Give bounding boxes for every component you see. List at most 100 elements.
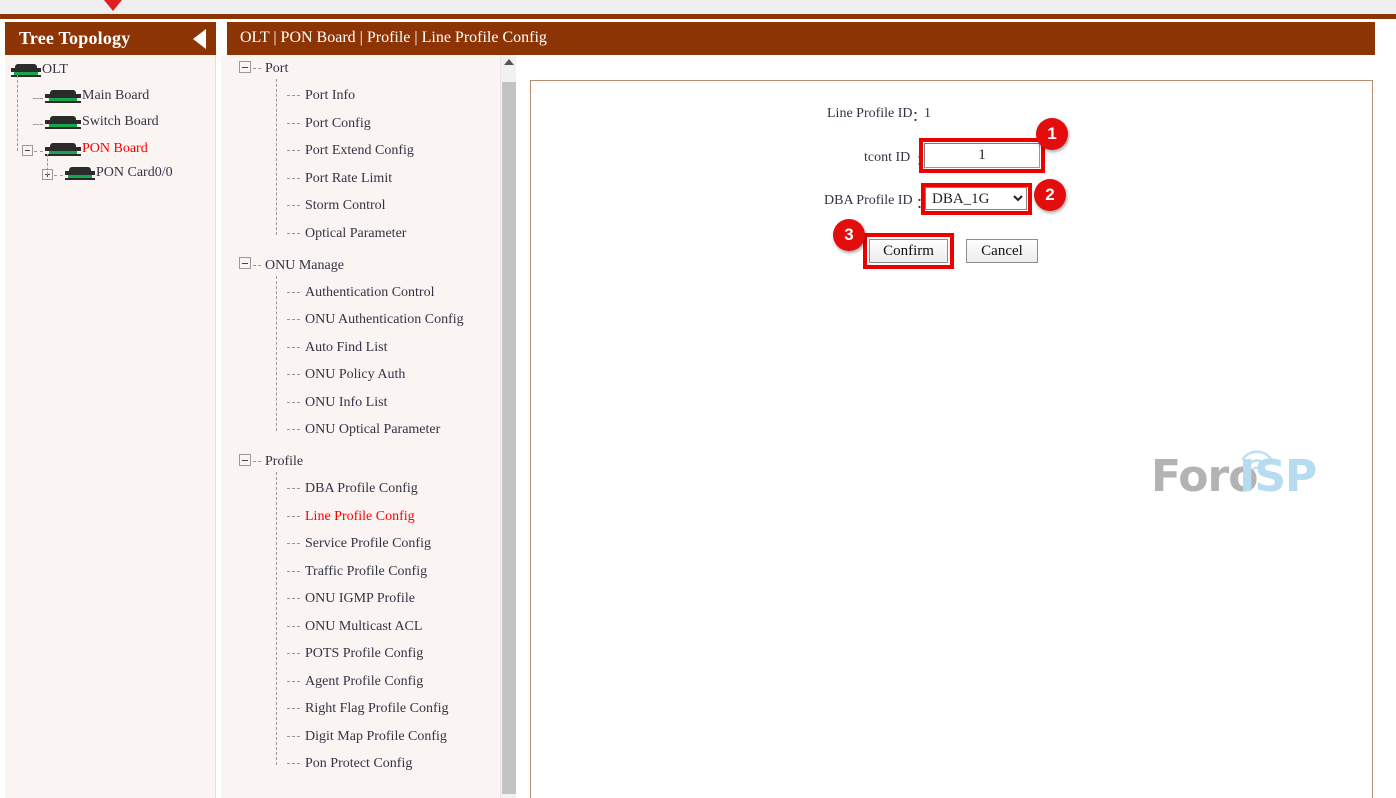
collapse-left-arrow-icon[interactable] xyxy=(193,29,206,49)
menu-item-label: Service Profile Config xyxy=(305,536,431,551)
menu-connector xyxy=(287,736,300,737)
collapse-minus-icon[interactable] xyxy=(22,145,33,156)
tree-node-label: OLT xyxy=(42,62,68,77)
tree-node-label: PON Card0/0 xyxy=(96,165,173,180)
menu-item-label: Digit Map Profile Config xyxy=(305,729,447,744)
menu-connector xyxy=(287,681,300,682)
menu-connector xyxy=(253,68,261,69)
menu-trunk xyxy=(276,276,277,432)
menu-item-pots-profile-config[interactable]: POTS Profile Config xyxy=(287,646,423,662)
menu-connector xyxy=(287,374,300,375)
collapse-minus-icon[interactable] xyxy=(239,257,251,269)
menu-item-port-extend-config[interactable]: Port Extend Config xyxy=(287,143,414,159)
tree-topology-panel: Tree Topology OLTMain BoardSwitch BoardP… xyxy=(5,22,216,798)
menu-scrollbar[interactable] xyxy=(500,55,516,798)
menu-item-storm-control[interactable]: Storm Control xyxy=(287,198,386,214)
board-icon xyxy=(45,90,81,103)
menu-item-label: Port Info xyxy=(305,88,355,103)
tree-node[interactable]: Main Board xyxy=(45,88,149,108)
menu-item-label: ONU Policy Auth xyxy=(305,367,405,382)
menu-connector xyxy=(287,516,300,517)
tree-node[interactable]: PON Card0/0 xyxy=(65,165,173,185)
menu-group-onu-manage[interactable]: ONU Manage xyxy=(239,258,344,274)
menu-item-onu-igmp-profile[interactable]: ONU IGMP Profile xyxy=(287,591,415,607)
menu-item-label: ONU Multicast ACL xyxy=(305,619,422,634)
top-strip xyxy=(0,0,1396,14)
menu-item-authentication-control[interactable]: Authentication Control xyxy=(287,285,434,301)
menu-item-label: DBA Profile Config xyxy=(305,481,418,496)
scroll-up-arrow-icon[interactable] xyxy=(504,59,514,65)
tcont-id-label: tcont ID xyxy=(864,150,910,166)
menu-item-label: Storm Control xyxy=(305,198,386,213)
red-down-triangle-icon xyxy=(104,0,122,11)
menu-connector xyxy=(287,626,300,627)
menu-item-label: ONU IGMP Profile xyxy=(305,591,415,606)
collapse-minus-icon[interactable] xyxy=(239,454,251,466)
menu-item-optical-parameter[interactable]: Optical Parameter xyxy=(287,226,406,242)
menu-connector xyxy=(253,461,261,462)
menu-item-onu-info-list[interactable]: ONU Info List xyxy=(287,395,387,411)
menu-item-label: POTS Profile Config xyxy=(305,646,423,661)
watermark-isp-text: ISP xyxy=(1239,451,1316,502)
menu-item-label: ONU Authentication Config xyxy=(305,312,464,327)
step-badge-2: 2 xyxy=(1034,179,1066,211)
dba-profile-id-label: DBA Profile ID xyxy=(824,193,913,209)
tree-connector xyxy=(54,175,63,176)
tree-trunk xyxy=(17,75,18,151)
menu-item-digit-map-profile-config[interactable]: Digit Map Profile Config xyxy=(287,729,447,745)
menu-connector xyxy=(287,205,300,206)
menu-item-traffic-profile-config[interactable]: Traffic Profile Config xyxy=(287,564,427,580)
menu-group-port[interactable]: Port xyxy=(239,61,288,77)
menu-group-profile[interactable]: Profile xyxy=(239,454,303,470)
menu-item-port-config[interactable]: Port Config xyxy=(287,116,371,132)
breadcrumb: OLT | PON Board | Profile | Line Profile… xyxy=(240,29,547,47)
menu-item-service-profile-config[interactable]: Service Profile Config xyxy=(287,536,431,552)
menu-connector xyxy=(287,150,300,151)
menu-item-onu-multicast-acl[interactable]: ONU Multicast ACL xyxy=(287,619,422,635)
menu-item-label: Line Profile Config xyxy=(305,509,415,524)
menu-connector xyxy=(287,95,300,96)
menu-item-label: Traffic Profile Config xyxy=(305,564,427,579)
menu-connector xyxy=(287,763,300,764)
confirm-button[interactable]: Confirm xyxy=(869,239,948,263)
menu-connector xyxy=(287,598,300,599)
menu-item-onu-optical-parameter[interactable]: ONU Optical Parameter xyxy=(287,422,440,438)
menu-scrollbar-thumb[interactable] xyxy=(502,82,516,794)
menu-item-right-flag-profile-config[interactable]: Right Flag Profile Config xyxy=(287,701,449,717)
menu-item-label: ONU Optical Parameter xyxy=(305,422,440,437)
menu-item-label: Port Rate Limit xyxy=(305,171,392,186)
content-panel: Line Profile ID ： 1 tcont ID ： DBA Profi… xyxy=(530,80,1373,798)
tree-node[interactable]: OLT xyxy=(11,62,68,82)
collapse-minus-icon[interactable] xyxy=(239,61,251,73)
menu-item-line-profile-config[interactable]: Line Profile Config xyxy=(287,509,415,525)
line-profile-id-label: Line Profile ID xyxy=(827,106,913,122)
board-icon xyxy=(65,167,95,180)
tcont-id-input[interactable] xyxy=(924,143,1040,168)
menu-item-agent-profile-config[interactable]: Agent Profile Config xyxy=(287,674,423,690)
menu-item-label: ONU Info List xyxy=(305,395,387,410)
tree-node[interactable]: Switch Board xyxy=(45,114,159,134)
cancel-button[interactable]: Cancel xyxy=(966,239,1038,263)
menu-trunk xyxy=(276,472,277,765)
top-brown-rule xyxy=(0,14,1396,19)
menu-item-label: Optical Parameter xyxy=(305,226,406,241)
tree-node-label: Switch Board xyxy=(82,114,159,129)
menu-item-label: Port Config xyxy=(305,116,371,131)
menu-item-label: Port Extend Config xyxy=(305,143,414,158)
content-header-bar: OLT | PON Board | Profile | Line Profile… xyxy=(227,22,1375,55)
tree-node[interactable]: PON Board xyxy=(45,141,148,161)
menu-connector xyxy=(287,123,300,124)
menu-item-onu-policy-auth[interactable]: ONU Policy Auth xyxy=(287,367,405,383)
menu-item-dba-profile-config[interactable]: DBA Profile Config xyxy=(287,481,418,497)
dba-profile-id-select[interactable]: DBA_1G xyxy=(925,187,1027,210)
board-icon xyxy=(45,143,81,156)
menu-connector xyxy=(287,653,300,654)
menu-item-port-rate-limit[interactable]: Port Rate Limit xyxy=(287,171,392,187)
tree-connector xyxy=(33,124,43,125)
menu-item-onu-authentication-config[interactable]: ONU Authentication Config xyxy=(287,312,464,328)
wifi-signal-icon xyxy=(1237,445,1277,471)
menu-item-auto-find-list[interactable]: Auto Find List xyxy=(287,340,387,356)
menu-group-label: ONU Manage xyxy=(265,258,344,273)
menu-item-pon-protect-config[interactable]: Pon Protect Config xyxy=(287,756,412,772)
menu-item-port-info[interactable]: Port Info xyxy=(287,88,355,104)
